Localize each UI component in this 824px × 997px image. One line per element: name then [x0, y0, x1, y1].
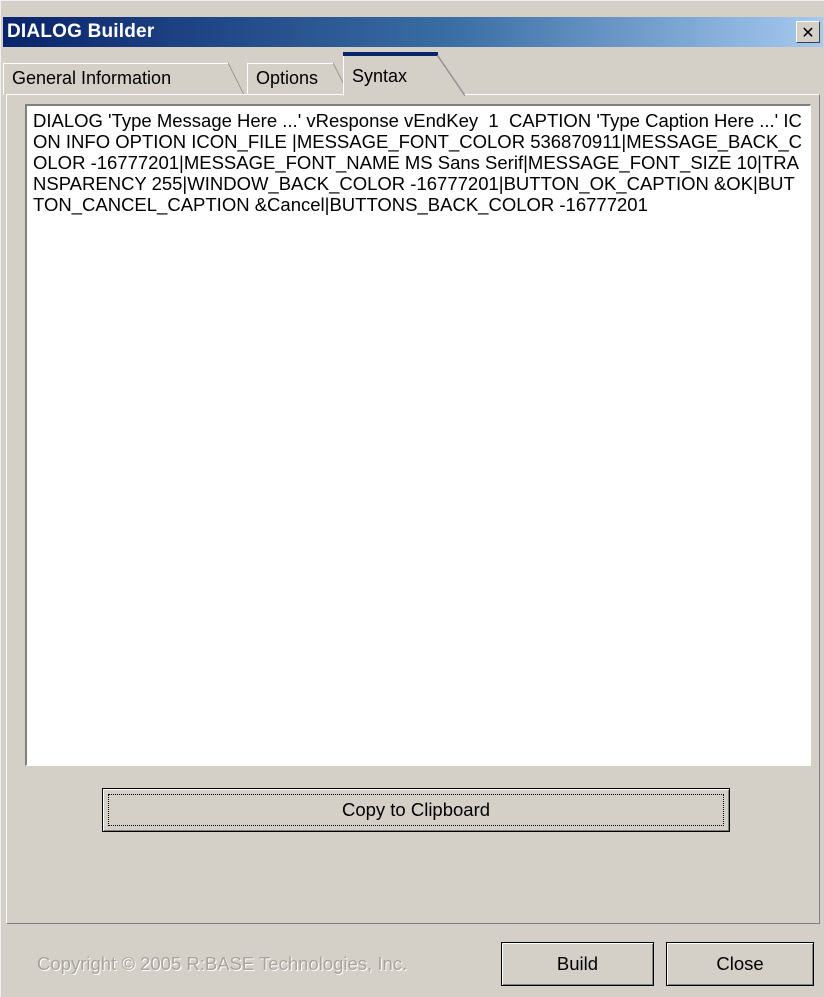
tab-strip: General Information Options Syntax [3, 52, 823, 96]
close-icon[interactable]: ✕ [796, 21, 820, 43]
copy-to-clipboard-button[interactable]: Copy to Clipboard [102, 788, 730, 832]
syntax-text-area[interactable]: DIALOG 'Type Message Here ...' vResponse… [25, 104, 811, 766]
title-bar[interactable]: DIALOG Builder ✕ [3, 17, 823, 47]
tab-general-information[interactable]: General Information [3, 63, 244, 95]
copyright-text: Copyright © 2005 R:BASE Technologies, In… [37, 953, 408, 974]
focus-rectangle [108, 794, 724, 826]
dialog-builder-window: DIALOG Builder ✕ General Information Opt… [0, 0, 824, 997]
close-button[interactable]: Close [666, 942, 814, 986]
window-title: DIALOG Builder [7, 21, 155, 42]
build-button[interactable]: Build [501, 942, 654, 986]
tab-options[interactable]: Options [247, 63, 349, 95]
tab-syntax[interactable]: Syntax [343, 52, 465, 96]
